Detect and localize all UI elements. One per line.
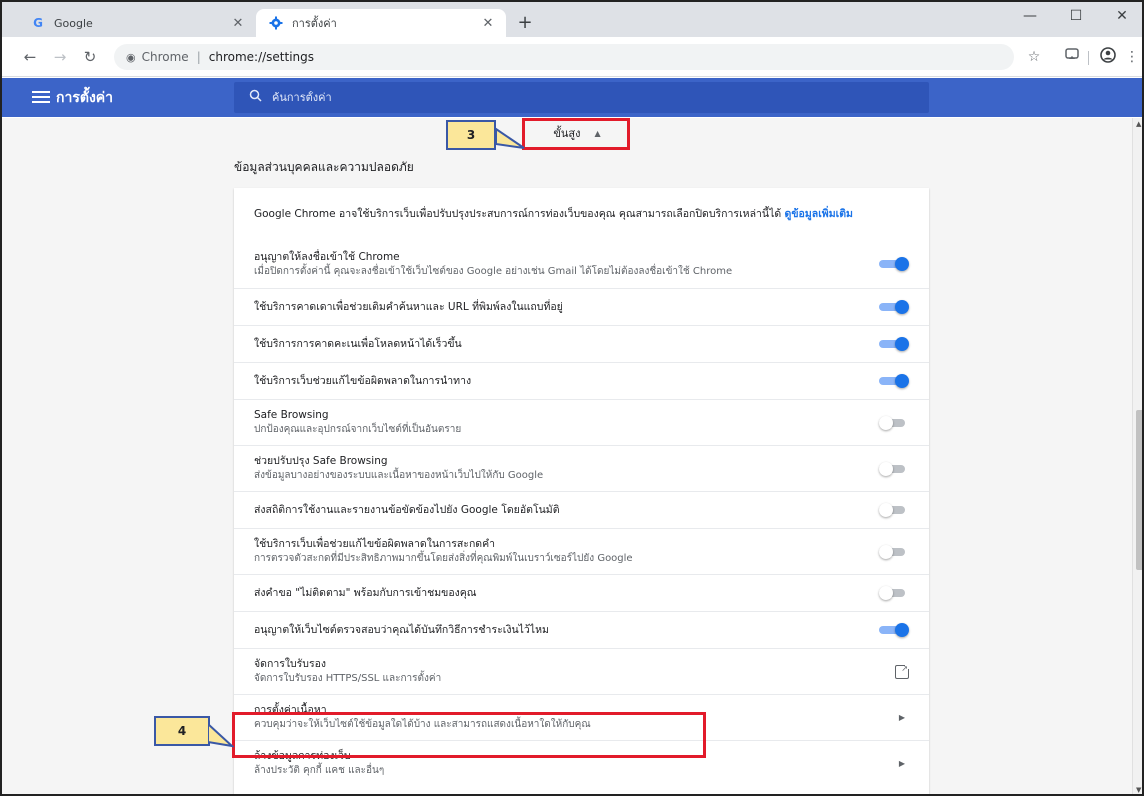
- toggle-switch[interactable]: [879, 461, 909, 476]
- tab-close-icon[interactable]: ✕: [480, 15, 496, 31]
- chevron-right-icon[interactable]: ▶: [895, 713, 909, 722]
- tab-title: การตั้งค่า: [292, 17, 337, 30]
- row-primary-text: จัดการใบรับรอง: [254, 658, 327, 670]
- intro-row: Google Chrome อาจใช้บริการเว็บเพื่อปรับป…: [234, 188, 929, 240]
- address-separator: |: [196, 50, 201, 64]
- toggle-switch[interactable]: [879, 503, 909, 517]
- toolbar-divider: [1088, 51, 1089, 65]
- row-secondary-text: ส่งข้อมูลบางอย่างของระบบและเนื้อหาของหน้…: [254, 470, 544, 481]
- address-chip: Chrome: [141, 50, 189, 64]
- settings-search[interactable]: [234, 82, 929, 113]
- row-primary-text: Safe Browsing: [254, 409, 329, 421]
- tab-google[interactable]: G Google ✕: [24, 9, 256, 37]
- search-icon: [246, 89, 264, 106]
- row-primary-text: ส่งสถิติการใช้งานและรายงานข้อขัดข้องไปยั…: [254, 503, 560, 516]
- row-primary-text: ช่วยปรับปรุง Safe Browsing: [254, 455, 388, 467]
- settings-header: การตั้งค่า: [2, 78, 1142, 117]
- settings-row[interactable]: ส่งคำขอ "ไม่ติดตาม" พร้อมกับการเข้าชมของ…: [234, 574, 929, 611]
- row-secondary-text: จัดการใบรับรอง HTTPS/SSL และการตั้งค่า: [254, 673, 442, 684]
- forward-arrow-icon[interactable]: →: [50, 47, 70, 67]
- extension-icon[interactable]: [1062, 47, 1082, 67]
- reload-icon[interactable]: ↻: [80, 47, 100, 67]
- row-secondary-text: ล้างประวัติ คุกกี้ แคช และอื่นๆ: [254, 765, 385, 776]
- settings-row[interactable]: ส่งสถิติการใช้งานและรายงานข้อขัดข้องไปยั…: [234, 491, 929, 528]
- highlight-box-content-settings: [232, 712, 706, 758]
- toggle-switch[interactable]: [879, 623, 909, 637]
- kebab-menu-icon[interactable]: ⋮: [1122, 47, 1142, 67]
- toggle-switch[interactable]: [879, 374, 909, 388]
- bookmark-star-icon[interactable]: ☆: [1024, 47, 1044, 67]
- minimize-icon[interactable]: —: [1007, 8, 1053, 28]
- toggle-switch[interactable]: [879, 415, 909, 430]
- row-secondary-text: เมื่อปิดการตั้งค่านี้ คุณจะลงชื่อเข้าใช้…: [254, 265, 733, 277]
- browser-window: G Google ✕ การตั้งค่า ✕ + — ☐ ✕ ← → ↻ ◉ …: [0, 0, 1144, 796]
- settings-row[interactable]: ใช้บริการเว็บช่วยแก้ไขข้อผิดพลาดในการนำท…: [234, 362, 929, 399]
- settings-row[interactable]: ใช้บริการการคาดคะเนเพื่อโหลดหน้าได้เร็วข…: [234, 325, 929, 362]
- search-input[interactable]: [272, 91, 872, 104]
- settings-row[interactable]: ช่วยปรับปรุง Safe Browsing ส่งข้อมูลบางอย…: [234, 445, 929, 491]
- new-tab-icon[interactable]: +: [516, 14, 534, 32]
- toggle-switch[interactable]: [879, 337, 909, 351]
- row-primary-text: ใช้บริการเว็บเพื่อช่วยแก้ไขข้อผิดพลาดในก…: [254, 538, 496, 550]
- settings-row[interactable]: Safe Browsing ปกป้องคุณและอุปกรณ์จากเว็บไ…: [234, 399, 929, 445]
- step-callout-4: 4: [154, 716, 210, 746]
- google-favicon-icon: G: [33, 16, 43, 30]
- scroll-down-icon[interactable]: ▼: [1136, 786, 1141, 794]
- row-primary-text: ใช้บริการคาดเดาเพื่อช่วยเติมคำค้นหาและ U…: [254, 300, 563, 313]
- settings-row[interactable]: ใช้บริการคาดเดาเพื่อช่วยเติมคำค้นหาและ U…: [234, 288, 929, 325]
- toggle-switch[interactable]: [879, 544, 909, 559]
- scroll-up-icon[interactable]: ▲: [1136, 120, 1141, 128]
- learn-more-link[interactable]: ดูข้อมูลเพิ่มเติม: [785, 208, 853, 220]
- tab-strip: G Google ✕ การตั้งค่า ✕ + — ☐ ✕: [2, 2, 1142, 37]
- toggle-switch[interactable]: [879, 586, 909, 600]
- maximize-icon[interactable]: ☐: [1053, 8, 1099, 28]
- intro-text: Google Chrome อาจใช้บริการเว็บเพื่อปรับป…: [254, 207, 853, 220]
- settings-row[interactable]: อนุญาตให้เว็บไซต์ตรวจสอบว่าคุณได้บันทึกว…: [234, 611, 929, 648]
- close-window-icon[interactable]: ✕: [1099, 8, 1142, 28]
- row-primary-text: ใช้บริการเว็บช่วยแก้ไขข้อผิดพลาดในการนำท…: [254, 374, 472, 387]
- section-title: ข้อมูลส่วนบุคคลและความปลอดภัย: [234, 160, 414, 174]
- callout-pointer: [208, 722, 234, 748]
- callout-pointer: [496, 127, 525, 149]
- tab-settings[interactable]: การตั้งค่า ✕: [256, 9, 506, 37]
- open-external-icon[interactable]: ↗: [895, 662, 911, 679]
- settings-row[interactable]: ใช้บริการเว็บเพื่อช่วยแก้ไขข้อผิดพลาดในก…: [234, 528, 929, 574]
- back-arrow-icon[interactable]: ←: [20, 47, 40, 67]
- toggle-switch[interactable]: [879, 257, 909, 271]
- row-primary-text: อนุญาตให้เว็บไซต์ตรวจสอบว่าคุณได้บันทึกว…: [254, 623, 549, 636]
- profile-avatar-icon[interactable]: [1098, 47, 1118, 67]
- row-primary-text: ส่งคำขอ "ไม่ติดตาม" พร้อมกับการเข้าชมของ…: [254, 586, 477, 599]
- scroll-thumb[interactable]: [1136, 410, 1142, 570]
- toggle-switch[interactable]: [879, 300, 909, 314]
- tab-title: Google: [54, 16, 93, 30]
- highlight-box-advanced: [522, 118, 630, 150]
- browser-toolbar: ← → ↻ ◉ Chrome | chrome://settings ☆ ⋮: [2, 37, 1142, 77]
- vertical-scrollbar[interactable]: ▲ ▼: [1132, 118, 1142, 794]
- chevron-right-icon[interactable]: ▶: [895, 759, 909, 768]
- settings-row[interactable]: อนุญาตให้ลงชื่อเข้าใช้ Chrome เมื่อปิดการ…: [234, 240, 929, 288]
- settings-row[interactable]: จัดการใบรับรองจัดการใบรับรอง HTTPS/SSL แ…: [234, 648, 929, 694]
- page-title: การตั้งค่า: [56, 90, 114, 106]
- gear-icon: [268, 15, 284, 31]
- row-secondary-text: ปกป้องคุณและอุปกรณ์จากเว็บไซต์ที่เป็นอัน…: [254, 424, 462, 435]
- address-url: chrome://settings: [208, 50, 315, 64]
- row-primary-text: ใช้บริการการคาดคะเนเพื่อโหลดหน้าได้เร็วข…: [254, 337, 462, 350]
- row-secondary-text: การตรวจตัวสะกดที่มีประสิทธิภาพมากขึ้นโดย…: [254, 553, 633, 564]
- row-primary-text: อนุญาตให้ลงชื่อเข้าใช้ Chrome: [254, 250, 400, 263]
- hamburger-menu-icon[interactable]: [32, 88, 50, 106]
- address-bar[interactable]: ◉ Chrome | chrome://settings: [114, 44, 1014, 70]
- privacy-card: Google Chrome อาจใช้บริการเว็บเพื่อปรับป…: [234, 188, 929, 794]
- settings-content: ขั้นสูง ▲ ข้อมูลส่วนบุคคลและความปลอดภัย …: [2, 118, 1132, 794]
- step-callout-3: 3: [446, 120, 496, 150]
- tab-close-icon[interactable]: ✕: [230, 15, 246, 31]
- chrome-site-icon: ◉: [126, 50, 136, 64]
